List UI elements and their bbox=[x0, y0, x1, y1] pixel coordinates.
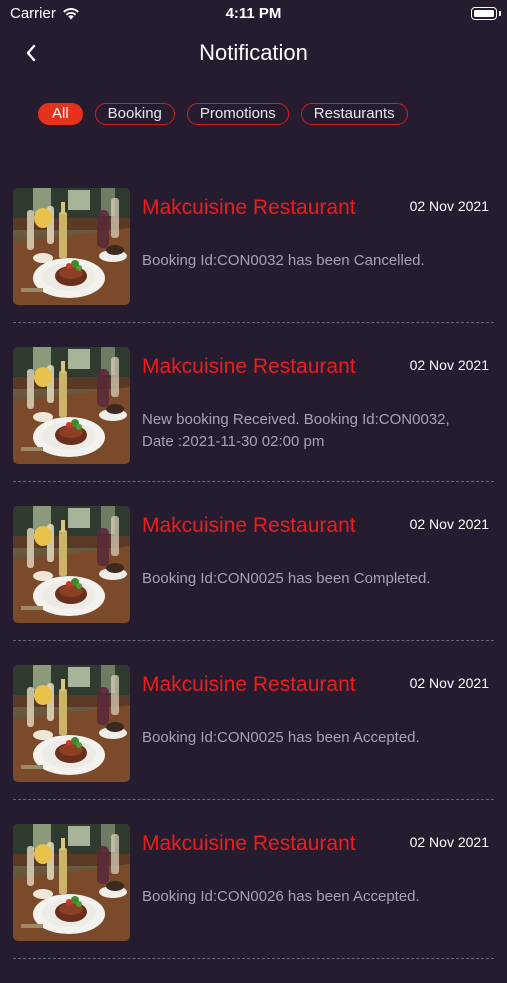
notification-message: Booking Id:CON0026 has been Accepted. bbox=[142, 888, 420, 905]
notification-message: Booking Id:CON0025 has been Accepted. bbox=[142, 729, 420, 746]
notification-item[interactable]: Makcuisine Restaurant 02 Nov 2021 New bo… bbox=[0, 347, 507, 506]
filter-chip-promotions[interactable]: Promotions bbox=[186, 103, 289, 125]
restaurant-name: Makcuisine Restaurant bbox=[142, 196, 356, 219]
nav-header: Notification bbox=[0, 30, 507, 76]
dashed-divider bbox=[13, 322, 494, 323]
food-photo-illustration bbox=[13, 824, 130, 941]
notification-item[interactable]: Makcuisine Restaurant 02 Nov 2021 Bookin… bbox=[0, 665, 507, 824]
notification-date: 02 Nov 2021 bbox=[409, 675, 489, 691]
restaurant-thumbnail bbox=[13, 347, 130, 464]
restaurant-thumbnail bbox=[13, 665, 130, 782]
food-photo-illustration bbox=[13, 188, 130, 305]
restaurant-name: Makcuisine Restaurant bbox=[142, 832, 356, 855]
filter-chip-booking[interactable]: Booking bbox=[94, 103, 175, 125]
restaurant-name: Makcuisine Restaurant bbox=[142, 514, 356, 537]
battery-icon bbox=[471, 7, 497, 20]
notification-date: 02 Nov 2021 bbox=[409, 516, 489, 532]
food-photo-illustration bbox=[13, 665, 130, 782]
page-title: Notification bbox=[199, 40, 308, 65]
notification-item[interactable]: Makcuisine Restaurant 02 Nov 2021 Bookin… bbox=[0, 506, 507, 665]
food-photo-illustration bbox=[13, 347, 130, 464]
food-photo-illustration bbox=[13, 506, 130, 623]
notification-item[interactable]: Makcuisine Restaurant 02 Nov 2021 Bookin… bbox=[0, 824, 507, 983]
clock: 4:11 PM bbox=[225, 5, 282, 22]
restaurant-name: Makcuisine Restaurant bbox=[142, 673, 356, 696]
notification-date: 02 Nov 2021 bbox=[409, 357, 489, 373]
restaurant-thumbnail bbox=[13, 188, 130, 305]
notification-date: 02 Nov 2021 bbox=[409, 834, 489, 850]
battery-tip bbox=[499, 11, 501, 16]
notification-message: Booking Id:CON0025 has been Completed. bbox=[142, 570, 431, 587]
dashed-divider bbox=[13, 481, 494, 482]
dashed-divider bbox=[13, 640, 494, 641]
notification-list: Makcuisine Restaurant 02 Nov 2021 Bookin… bbox=[0, 188, 507, 983]
restaurant-thumbnail bbox=[13, 506, 130, 623]
restaurant-name: Makcuisine Restaurant bbox=[142, 355, 356, 378]
filter-tabs: All Booking Promotions Restaurants bbox=[38, 103, 408, 125]
notification-item[interactable]: Makcuisine Restaurant 02 Nov 2021 Bookin… bbox=[0, 188, 507, 347]
restaurant-thumbnail bbox=[13, 824, 130, 941]
filter-chip-restaurants[interactable]: Restaurants bbox=[300, 103, 408, 125]
filter-chip-all[interactable]: All bbox=[38, 103, 83, 125]
notification-date: 02 Nov 2021 bbox=[409, 198, 489, 214]
dashed-divider bbox=[13, 799, 494, 800]
dashed-divider bbox=[13, 958, 494, 959]
notification-message: Booking Id:CON0032 has been Cancelled. bbox=[142, 252, 425, 269]
status-bar: Carrier 4:11 PM bbox=[0, 0, 507, 28]
notification-message: New booking Received. Booking Id:CON0032… bbox=[142, 411, 450, 450]
